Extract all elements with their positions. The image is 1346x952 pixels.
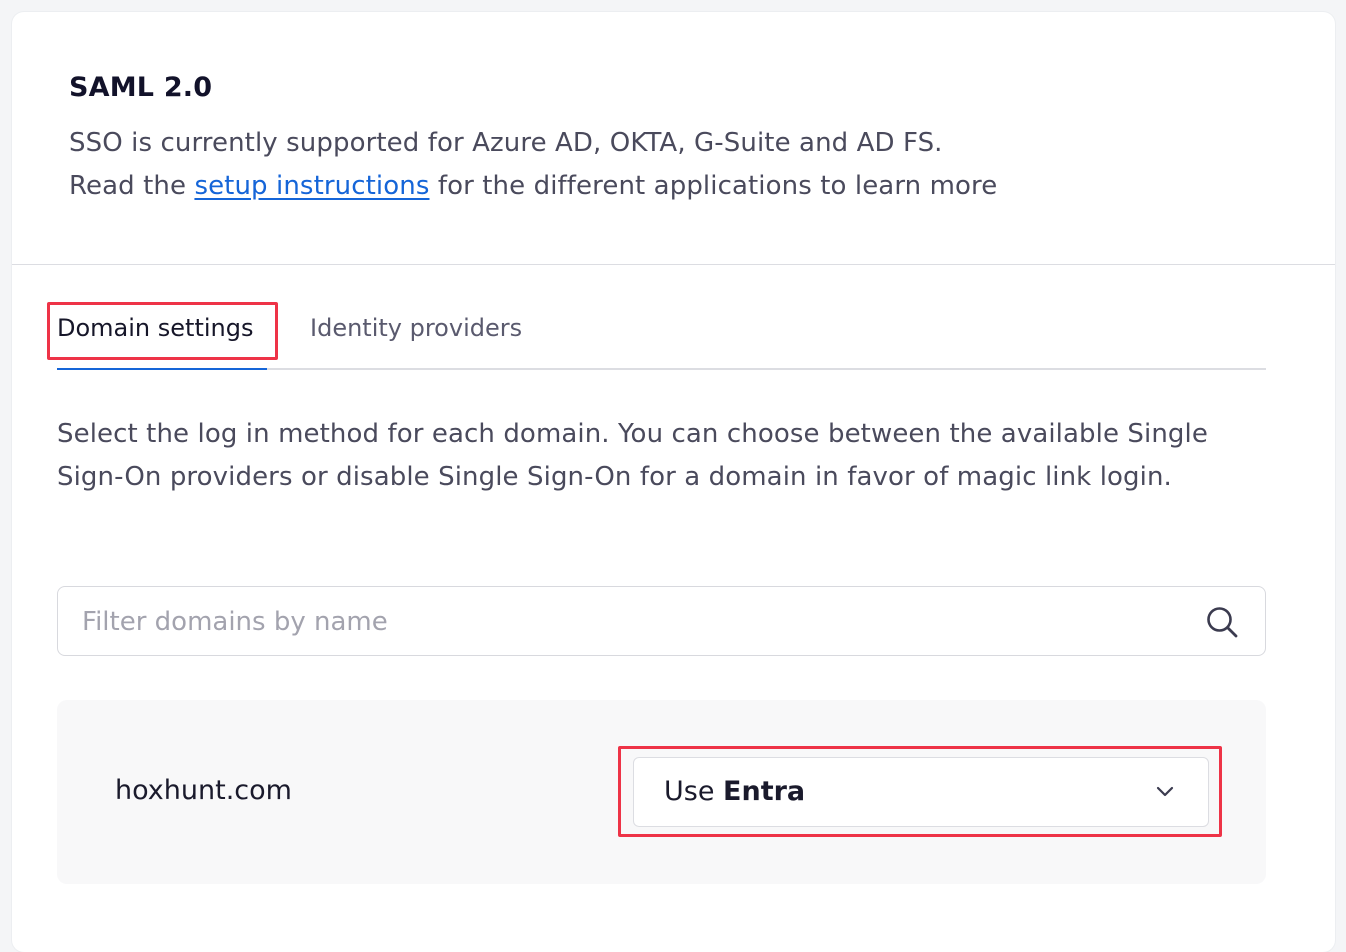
method-provider: Entra <box>723 776 806 807</box>
domain-name: hoxhunt.com <box>115 775 292 806</box>
login-method-value: Use Entra <box>664 776 805 807</box>
saml-description: SSO is currently supported for Azure AD,… <box>69 122 997 208</box>
chevron-down-icon <box>1156 786 1174 797</box>
supported-providers-text: SSO is currently supported for Azure AD,… <box>69 128 943 158</box>
tab-domain-settings[interactable]: Domain settings <box>57 314 253 342</box>
domain-settings-intro: Select the log in method for each domain… <box>57 419 1208 492</box>
search-icon[interactable] <box>1205 605 1239 639</box>
login-method-select[interactable]: Use Entra <box>633 757 1209 827</box>
domain-filter <box>57 586 1266 656</box>
page-title: SAML 2.0 <box>69 72 213 103</box>
setup-instructions-text: Read the setup instructions for the diff… <box>69 165 997 208</box>
search-input[interactable] <box>80 599 1184 645</box>
setup-instructions-link[interactable]: setup instructions <box>194 171 429 201</box>
domain-row: hoxhunt.com Use Entra <box>57 700 1266 884</box>
tab-identity-providers[interactable]: Identity providers <box>310 314 522 342</box>
settings-tabs: Domain settings Identity providers <box>57 300 1266 370</box>
method-prefix: Use <box>664 776 724 807</box>
text-prefix: Read the <box>69 171 195 201</box>
active-tab-indicator <box>57 368 267 370</box>
saml-header: SAML 2.0 SSO is currently supported for … <box>12 12 1335 265</box>
text-suffix: for the different applications to learn … <box>429 171 998 201</box>
